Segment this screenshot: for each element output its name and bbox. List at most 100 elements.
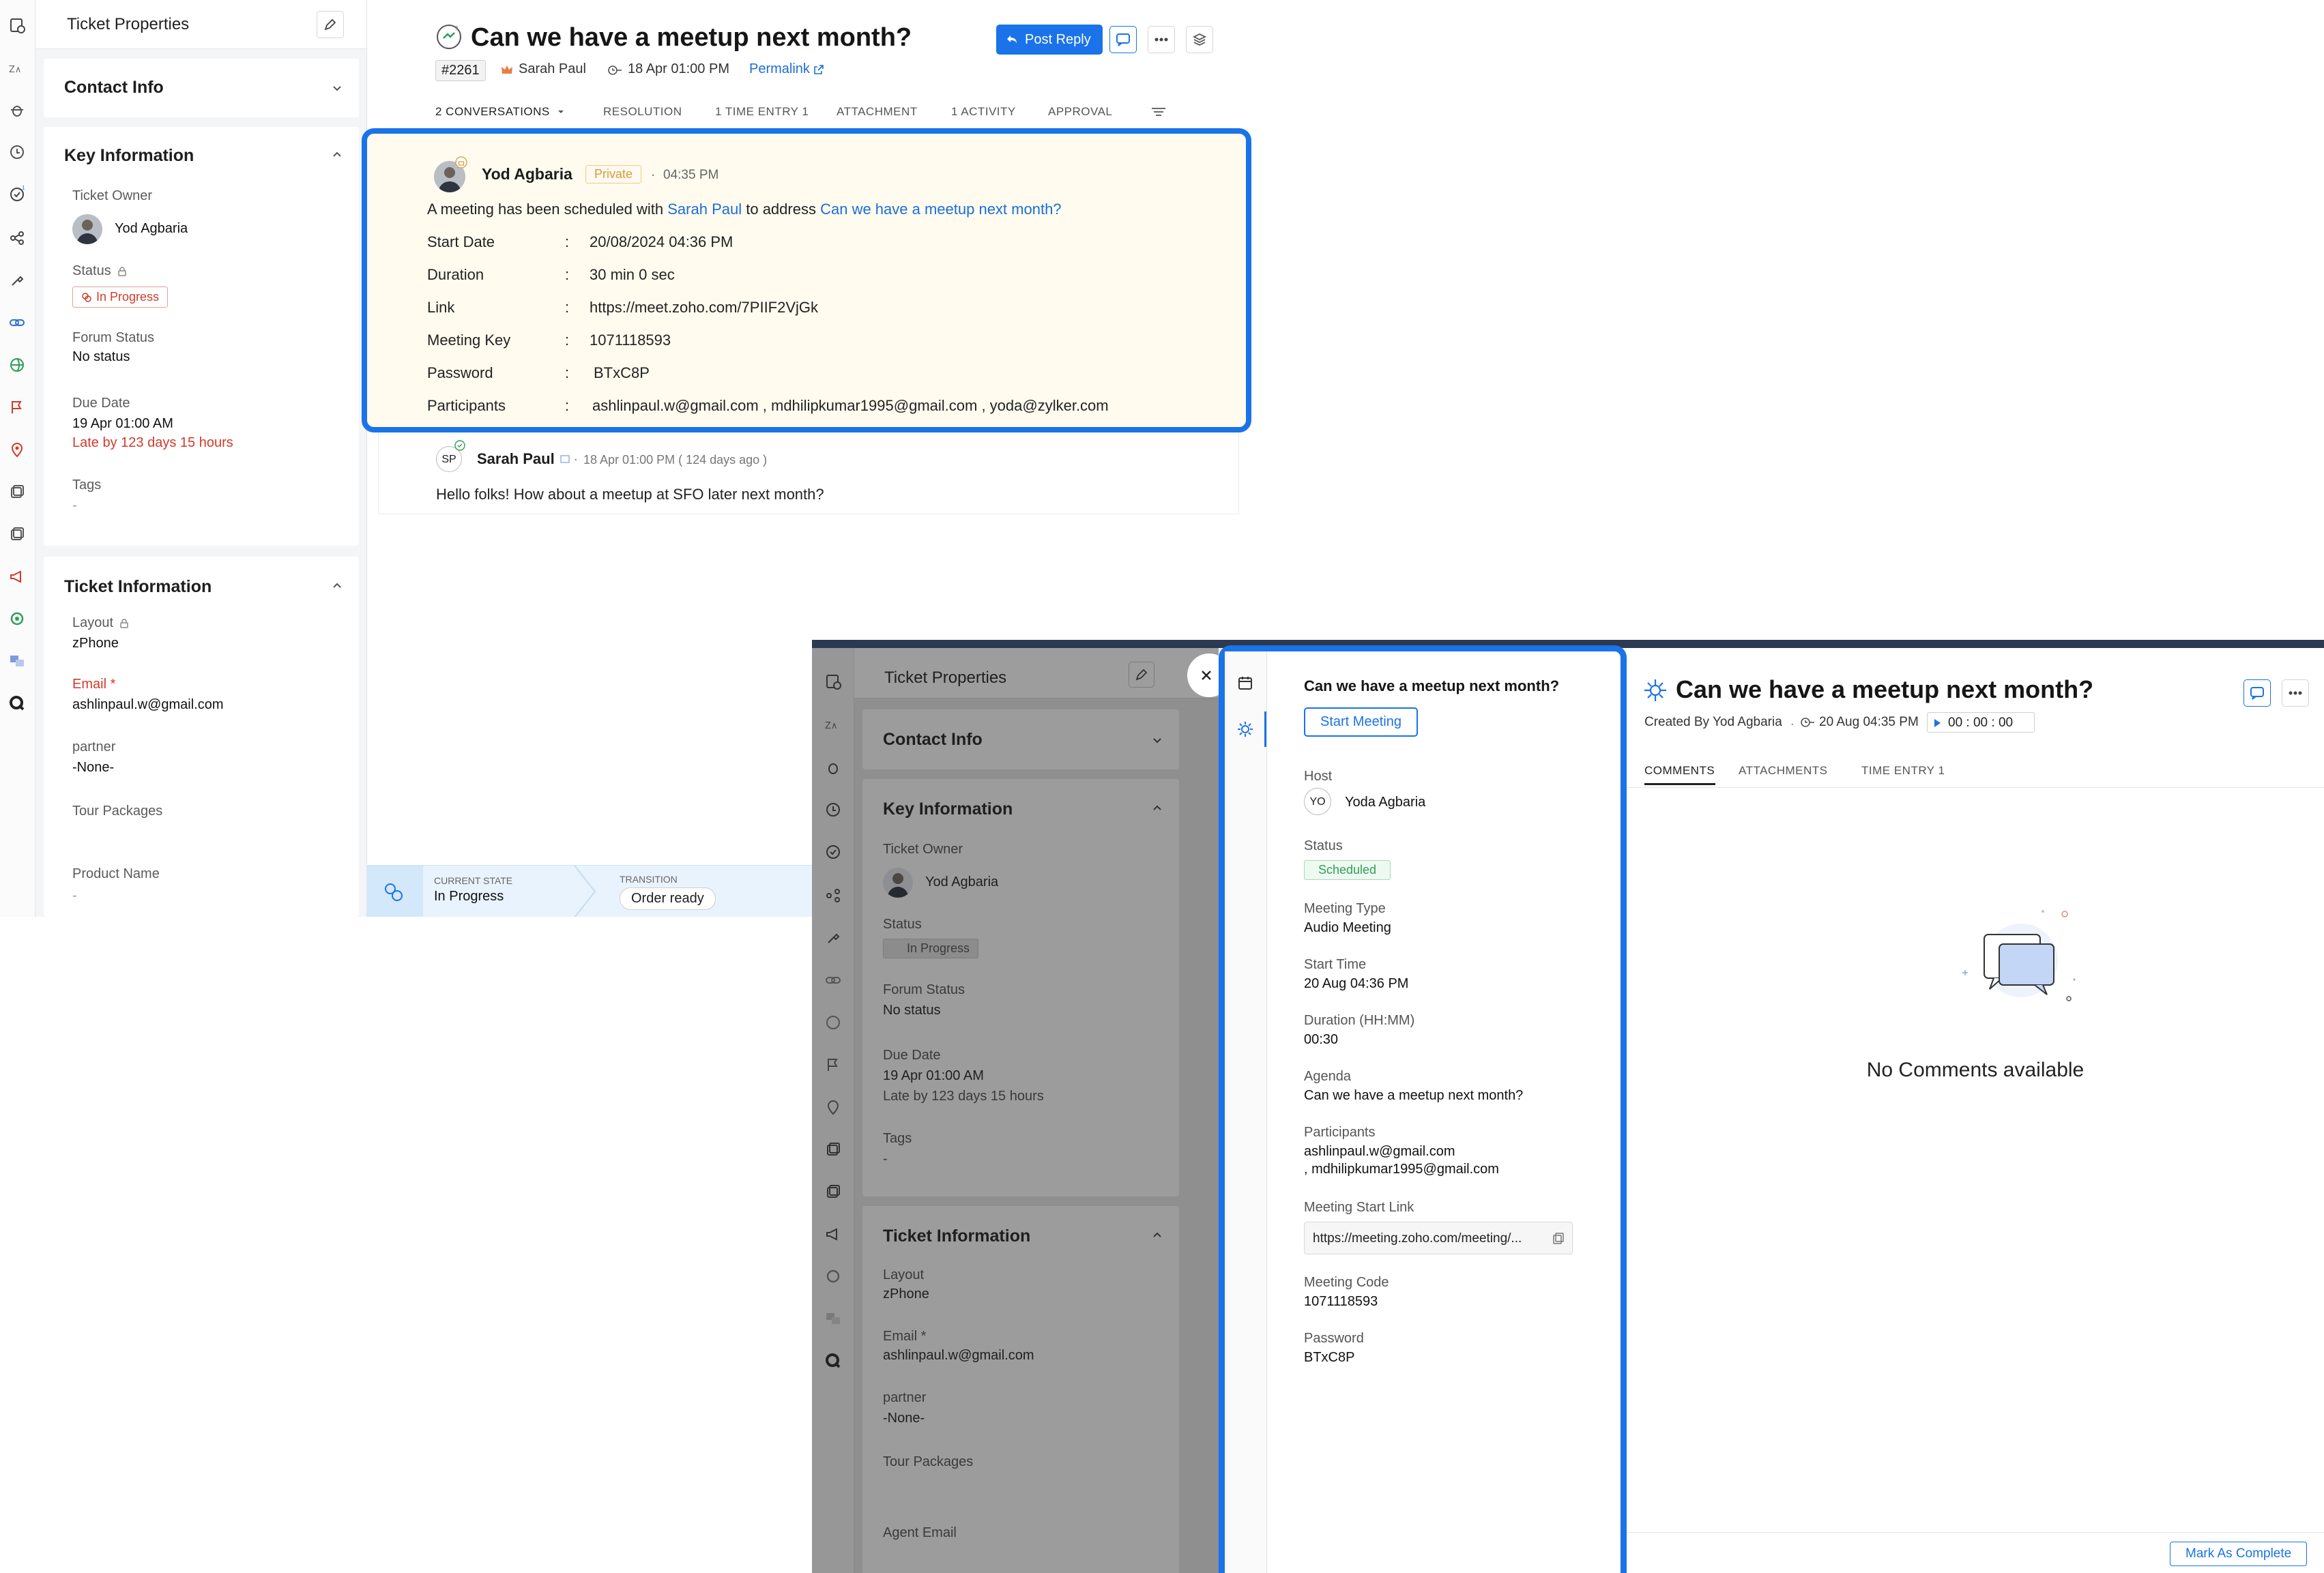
filter-lines-icon[interactable]: [1150, 106, 1167, 117]
mentioned-person-link[interactable]: Sarah Paul: [667, 201, 742, 218]
ticket-module-icon[interactable]: [8, 16, 26, 34]
contact-info-section[interactable]: Contact Info: [44, 59, 359, 117]
contact-info-heading: Contact Info: [64, 78, 164, 97]
dimmed-backdrop: Z∧ Ticket Properties Contact Info Key In…: [812, 648, 1219, 1573]
activity-more-button[interactable]: [2282, 679, 2309, 707]
due-date-label: Due Date: [72, 396, 130, 411]
activity-timer[interactable]: 00 : 00 : 00: [1927, 712, 2035, 733]
start-link-label: Meeting Start Link: [1304, 1200, 1414, 1215]
share-icon: [826, 889, 840, 902]
stack-icon[interactable]: [8, 525, 26, 543]
start-link-value: https://meeting.zoho.com/meeting/...: [1313, 1231, 1522, 1246]
play-icon[interactable]: [1933, 718, 1941, 728]
translate-app-icon[interactable]: [8, 652, 26, 670]
ticket-topic-link[interactable]: Can we have a meetup next month?: [820, 201, 1061, 218]
pencil-icon: [1135, 668, 1148, 681]
meeting-type-label: Meeting Type: [1304, 901, 1386, 916]
q-logo-icon: [826, 1353, 841, 1368]
ticket-owner-label: Ticket Owner: [72, 188, 153, 203]
copy-icon[interactable]: [1552, 1232, 1565, 1246]
reply-author[interactable]: Sarah Paul: [477, 450, 555, 468]
tab-approval[interactable]: APPROVAL: [1048, 105, 1112, 119]
ticket-chat-icon: ?: [437, 25, 461, 49]
participants-value[interactable]: ashlinpaul.w@gmail.com , mdhilipkumar199…: [592, 397, 1109, 415]
check-circle-icon[interactable]: 1: [8, 185, 26, 203]
globe-icon[interactable]: [8, 356, 26, 374]
history-icon[interactable]: [8, 143, 26, 161]
tab-attachment[interactable]: ATTACHMENT: [837, 105, 918, 119]
participant-1: ashlinpaul.w@gmail.com: [1304, 1144, 1455, 1159]
start-link-field[interactable]: https://meeting.zoho.com/meeting/...: [1304, 1222, 1573, 1254]
location-pin-icon[interactable]: [8, 441, 26, 458]
ticket-number[interactable]: #2261: [435, 60, 486, 81]
host-avatar: YO: [1304, 788, 1331, 815]
tool-icon[interactable]: [8, 271, 26, 289]
meeting-link[interactable]: https://meet.zoho.com/7PIIF2VjGk: [590, 299, 818, 317]
tab-activity[interactable]: 1 ACTIVITY: [951, 105, 1016, 119]
partner-label: partner: [72, 739, 116, 754]
email-value[interactable]: ashlinpaul.w@gmail.com: [72, 697, 224, 713]
mark-as-complete-button[interactable]: Mark As Complete: [2170, 1542, 2308, 1566]
post-reply-button[interactable]: Post Reply: [996, 25, 1103, 55]
layers-button[interactable]: [1186, 26, 1213, 53]
lock-icon: [117, 267, 126, 276]
module-rail: Z∧ 1: [0, 0, 35, 917]
chevron-up-icon[interactable]: [330, 578, 344, 592]
translate-icon[interactable]: Z∧: [8, 60, 26, 78]
link-icon[interactable]: [8, 314, 26, 332]
chevron-up-icon[interactable]: [330, 147, 344, 161]
q-logo-icon[interactable]: [8, 694, 26, 712]
forum-status-value: No status: [72, 349, 130, 364]
layers-icon[interactable]: [8, 483, 26, 501]
layout-value[interactable]: zPhone: [72, 636, 119, 651]
private-badge: Private: [585, 165, 642, 183]
meeting-status-badge: Scheduled: [1304, 860, 1391, 880]
tab-conversations[interactable]: 2 CONVERSATIONS: [435, 105, 550, 119]
share-icon[interactable]: [8, 229, 26, 247]
stack-icon: [827, 1185, 840, 1198]
properties-title: Ticket Properties: [67, 15, 190, 33]
comment-button[interactable]: [1109, 26, 1137, 53]
agenda-value: Can we have a meetup next month?: [1304, 1088, 1524, 1103]
key-information-section: Key Information Ticket Owner Yod Agbaria…: [44, 127, 359, 546]
tab-attachments[interactable]: ATTACHMENTS: [1739, 764, 1827, 778]
meeting-code-value: 1071118593: [1304, 1294, 1378, 1309]
tab-time-entry[interactable]: 1 TIME ENTRY 1: [715, 105, 809, 119]
start-meeting-button[interactable]: Start Meeting: [1304, 707, 1418, 737]
chevron-down-icon[interactable]: [330, 82, 344, 95]
tab-time-entry[interactable]: TIME ENTRY 1: [1861, 764, 1945, 778]
panel-side-rail: [1225, 651, 1267, 1573]
transition-button[interactable]: Order ready: [620, 887, 716, 910]
product-name-value[interactable]: -: [72, 888, 77, 904]
tab-comments[interactable]: COMMENTS: [1644, 764, 1715, 778]
ticket-owner-value[interactable]: Yod Agbaria: [115, 221, 188, 237]
product-name-label: Product Name: [72, 866, 160, 881]
more-options-button[interactable]: [1148, 26, 1175, 53]
tags-value[interactable]: -: [72, 498, 77, 514]
caret-down-icon[interactable]: [557, 108, 565, 116]
ticket-author[interactable]: Sarah Paul: [519, 61, 586, 77]
ticket-title: Can we have a meetup next month?: [471, 23, 912, 52]
tab-resolution[interactable]: RESOLUTION: [603, 105, 682, 119]
megaphone-icon[interactable]: [8, 568, 26, 585]
meeting-key-value: 1071118593: [590, 332, 671, 349]
partner-value[interactable]: -None-: [72, 760, 114, 776]
meeting-password-value: BTxC8P: [1304, 1350, 1355, 1365]
openai-icon: [826, 1269, 840, 1283]
permalink-link[interactable]: Permalink: [749, 61, 824, 77]
dimmed-contact-info: Contact Info: [862, 709, 1179, 769]
activity-comment-button[interactable]: [2243, 679, 2271, 707]
host-label: Host: [1304, 769, 1333, 784]
meeting-gear-icon[interactable]: [1236, 720, 1255, 739]
conversation-author[interactable]: Yod Agbaria: [482, 165, 572, 183]
duration-label: Duration (HH:MM): [1304, 1013, 1415, 1028]
openai-icon[interactable]: [8, 610, 26, 628]
dimmed-owner-avatar: [883, 868, 913, 898]
due-date-value[interactable]: 19 Apr 01:00 AM: [72, 416, 173, 432]
bug-icon[interactable]: [8, 101, 26, 119]
pencil-icon: [324, 18, 336, 31]
calendar-icon[interactable]: [1237, 675, 1253, 691]
status-badge[interactable]: In Progress: [72, 286, 169, 308]
flag-icon[interactable]: [8, 398, 26, 416]
edit-properties-button[interactable]: [317, 11, 344, 38]
